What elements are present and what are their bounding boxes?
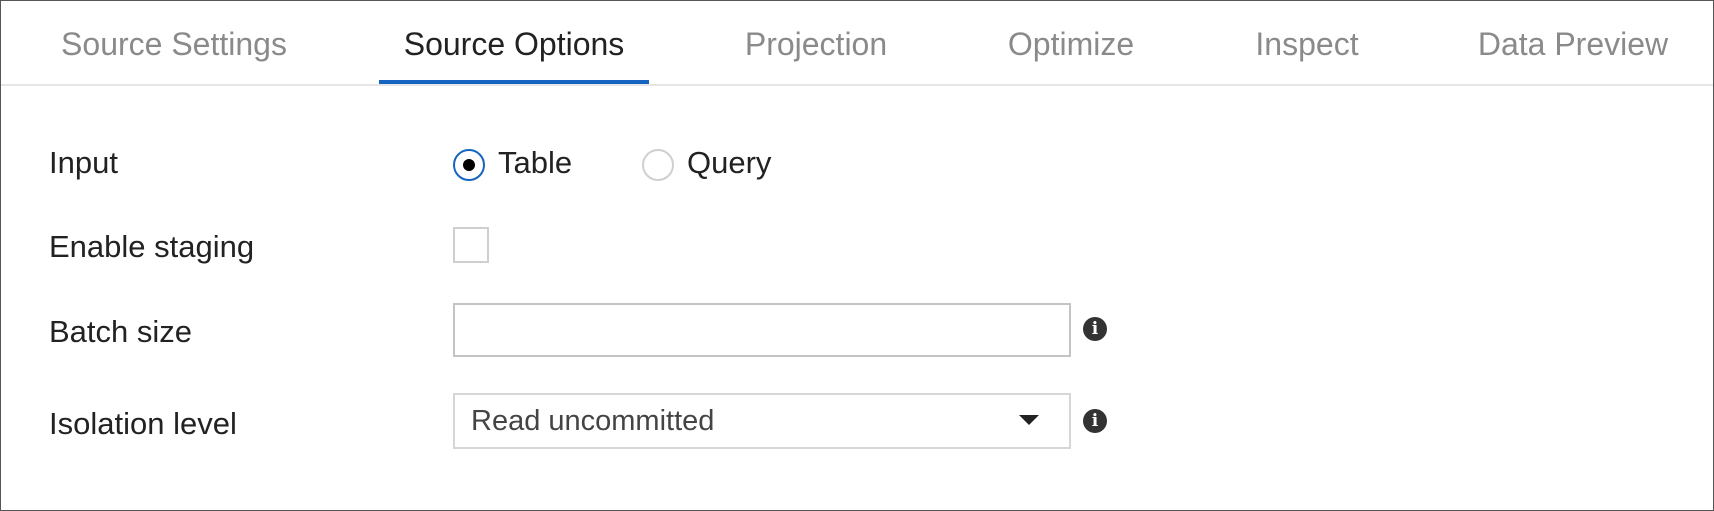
tab-label: Inspect <box>1255 26 1359 62</box>
chevron-down-icon[interactable] <box>1019 415 1039 425</box>
tab-label: Source Settings <box>61 26 287 62</box>
isolation-level-value: Read uncommitted <box>471 405 715 437</box>
tab-optimize[interactable]: Optimize <box>1001 26 1141 84</box>
tab-source-options[interactable]: Source Options <box>379 26 649 84</box>
enable-staging-checkbox[interactable] <box>453 227 489 263</box>
radio-query-label: Query <box>687 145 772 180</box>
tab-source-settings[interactable]: Source Settings <box>59 26 289 84</box>
radio-query-button[interactable] <box>642 149 674 181</box>
tab-bar: Source Settings Source Options Projectio… <box>1 1 1713 86</box>
radio-table-label: Table <box>498 145 573 180</box>
tab-label: Optimize <box>1007 26 1135 62</box>
tab-projection[interactable]: Projection <box>736 26 896 84</box>
tab-active-underline <box>379 80 649 84</box>
tab-label: Projection <box>744 26 888 62</box>
isolation-level-label: Isolation level <box>49 406 237 441</box>
radio-table-button[interactable] <box>453 149 485 181</box>
tab-label: Source Options <box>403 26 625 62</box>
batch-size-input[interactable] <box>453 303 1071 357</box>
tab-label: Data Preview <box>1477 26 1669 62</box>
tab-inspect[interactable]: Inspect <box>1251 26 1363 84</box>
batch-size-label: Batch size <box>49 314 193 349</box>
radio-query[interactable]: Query <box>642 145 782 187</box>
enable-staging-label: Enable staging <box>49 229 255 264</box>
source-options-panel: Source Settings Source Options Projectio… <box>0 0 1714 511</box>
isolation-level-select[interactable]: Read uncommitted <box>453 393 1071 449</box>
info-icon[interactable]: i <box>1083 317 1107 341</box>
tab-data-preview[interactable]: Data Preview <box>1475 26 1671 84</box>
input-label: Input <box>49 145 118 180</box>
radio-table[interactable]: Table <box>453 145 583 187</box>
info-icon[interactable]: i <box>1083 409 1107 433</box>
